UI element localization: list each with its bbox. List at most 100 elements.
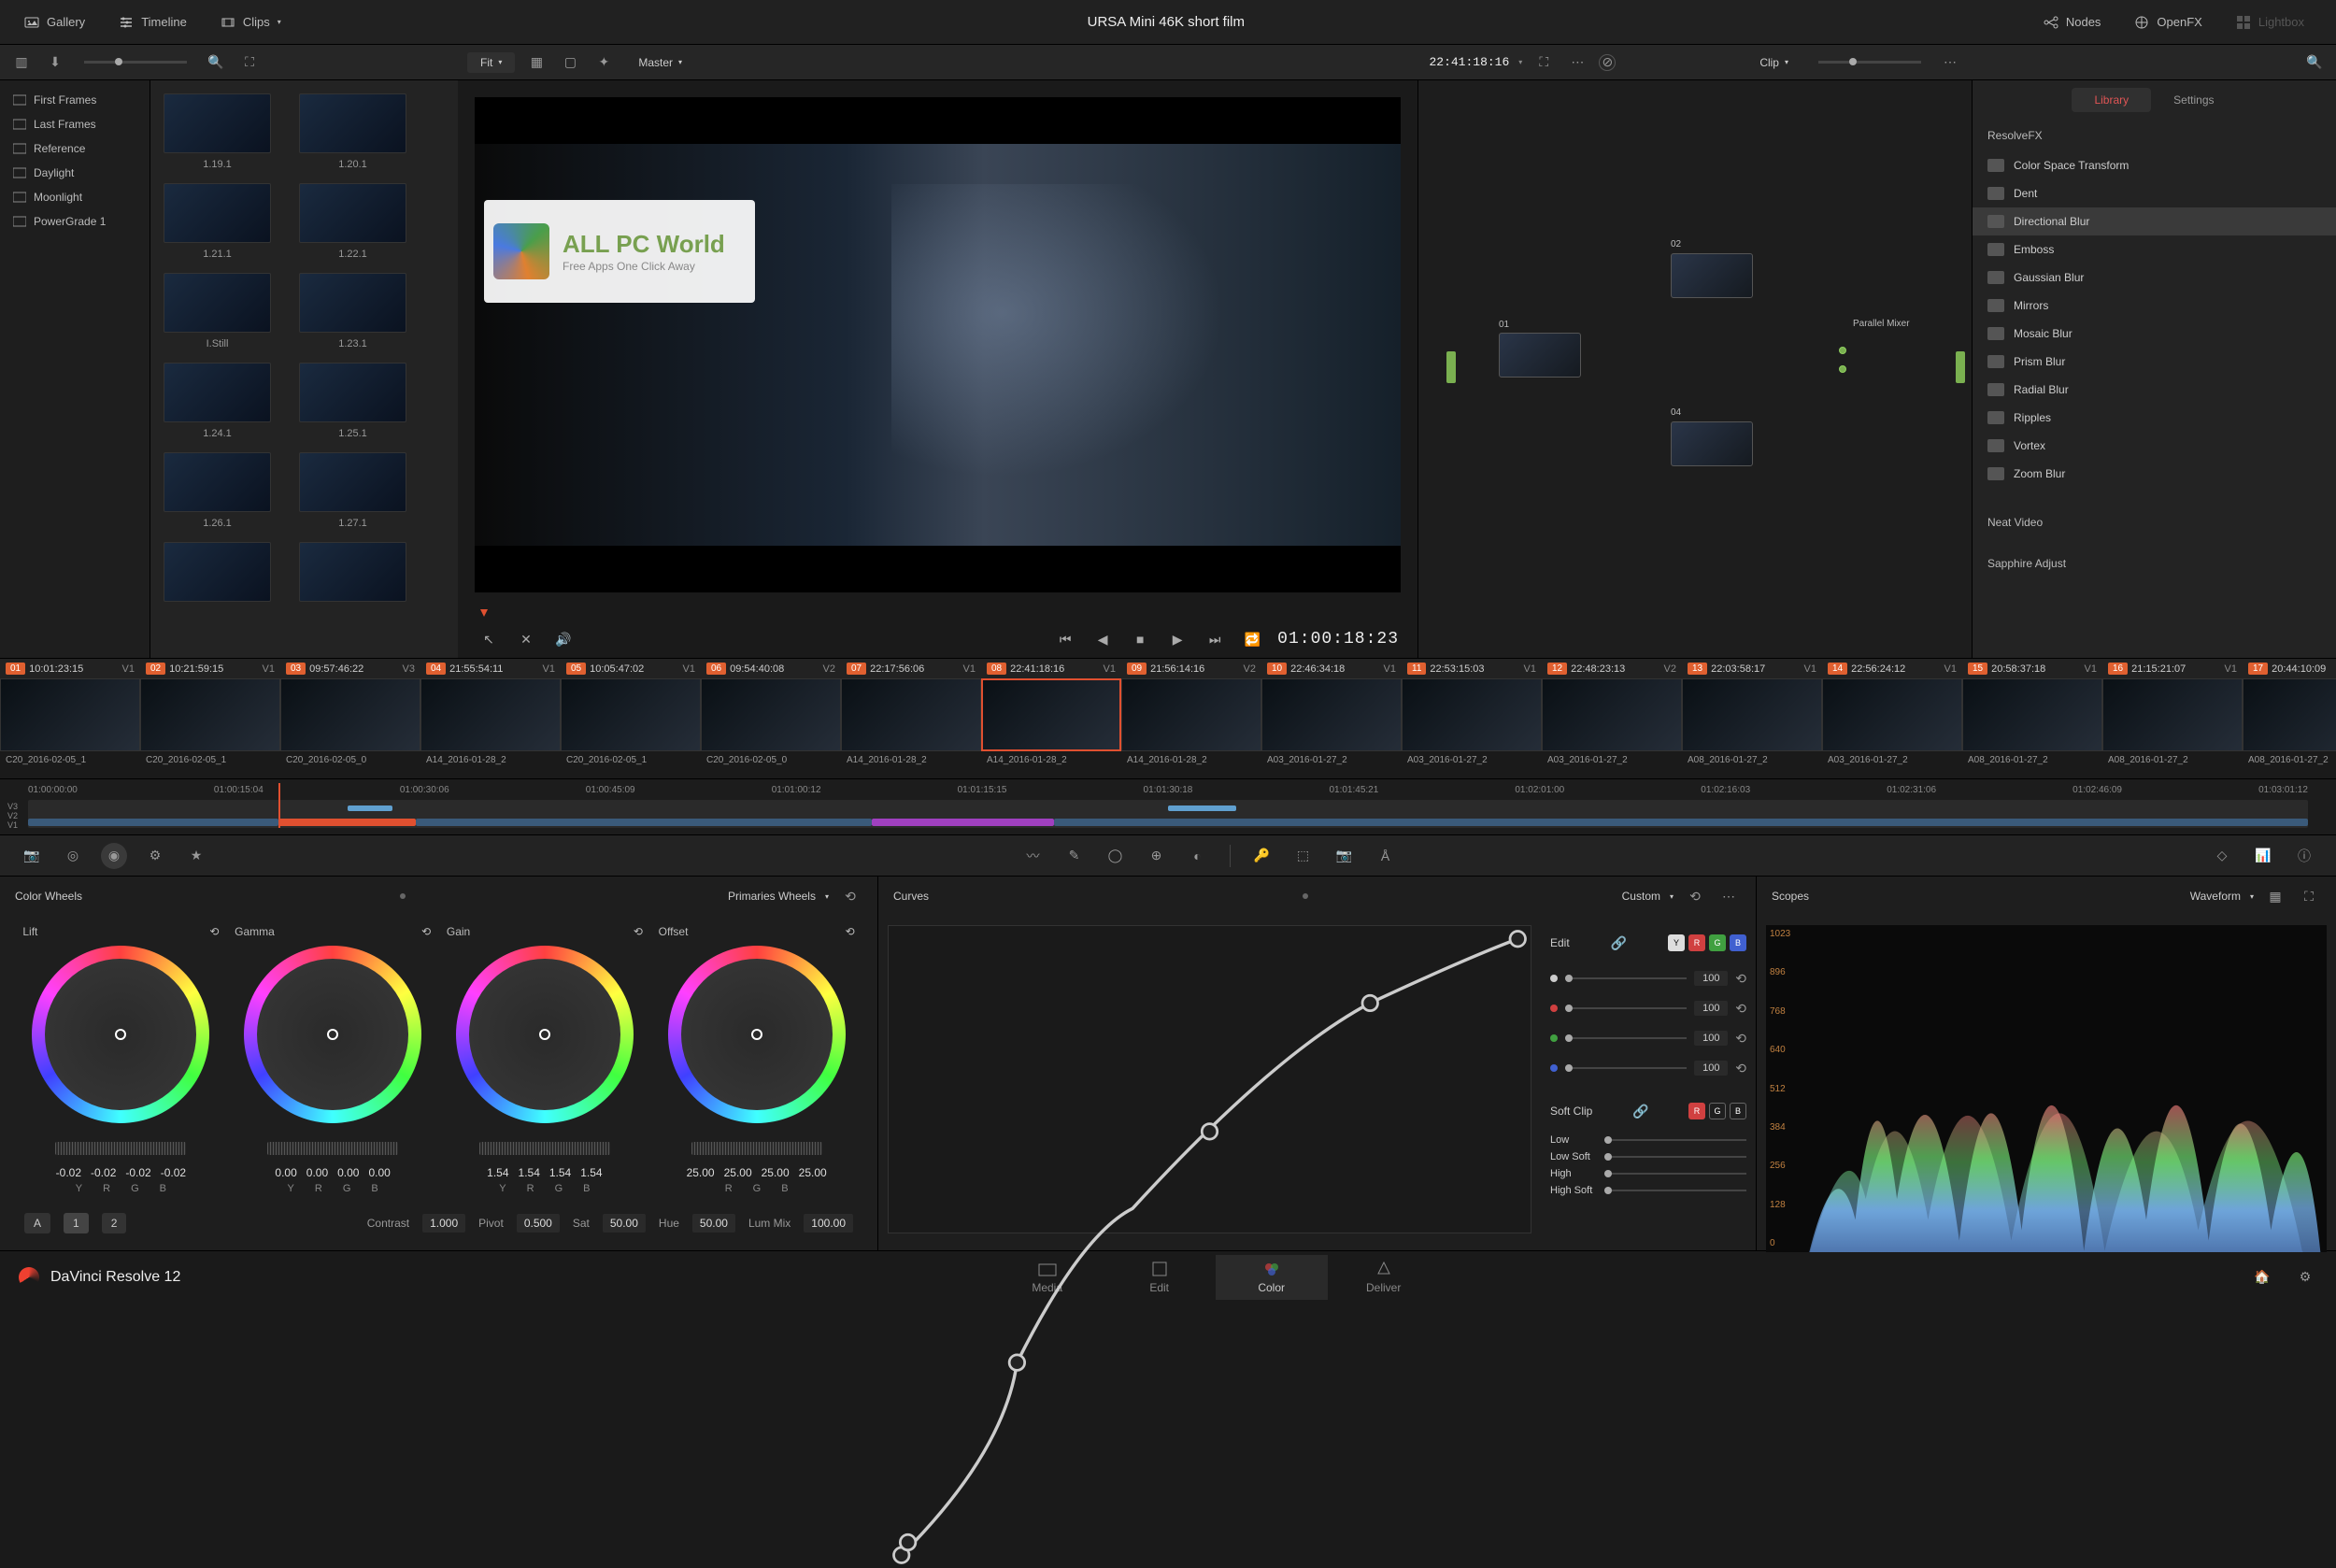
color-match-icon[interactable]: ◎ <box>60 843 86 869</box>
fx-item[interactable]: Dent <box>1973 179 2336 207</box>
wheels-reset-icon[interactable]: ⟲ <box>838 884 862 908</box>
reset-icon[interactable]: ⟲ <box>1735 1056 1746 1080</box>
scope-layout-icon[interactable]: ▦ <box>2263 884 2287 908</box>
still-thumb[interactable] <box>164 542 271 607</box>
clip-thumb[interactable]: 1222:48:23:13V2A03_2016-01-27_2 <box>1542 659 1682 778</box>
search-icon[interactable]: 🔍 <box>204 50 228 75</box>
mute-icon[interactable]: 🔊 <box>551 627 576 651</box>
wheel-value[interactable]: -0.02 <box>161 1166 186 1179</box>
wheel-reset-icon[interactable]: ⟲ <box>634 925 643 938</box>
camera-raw-icon[interactable]: 📷 <box>19 843 45 869</box>
fx-item[interactable]: Mosaic Blur <box>1973 320 2336 348</box>
node-02[interactable] <box>1671 253 1753 298</box>
wheels-mode[interactable]: Primaries Wheels <box>728 890 816 903</box>
still-thumb[interactable]: 1.23.1 <box>299 273 406 349</box>
info-icon[interactable]: ⓘ <box>2291 843 2317 869</box>
color-wheels-icon[interactable]: ◉ <box>101 843 127 869</box>
chevron-down-icon[interactable]: ▾ <box>2250 892 2254 901</box>
still-thumb[interactable]: 1.21.1 <box>164 183 271 260</box>
clip-thumb[interactable]: 0110:01:23:15V1C20_2016-02-05_1 <box>0 659 140 778</box>
clip-thumb[interactable]: 1621:15:21:07V1A08_2016-01-27_2 <box>2102 659 2243 778</box>
still-thumb[interactable]: I.Still <box>164 273 271 349</box>
home-icon[interactable]: 🏠 <box>2250 1265 2274 1290</box>
clip-thumb[interactable]: 0722:17:56:06V1A14_2016-01-28_2 <box>841 659 981 778</box>
wheel-reset-icon[interactable]: ⟲ <box>421 925 431 938</box>
color-wheel[interactable] <box>244 946 421 1123</box>
qualifier-icon[interactable]: ✎ <box>1061 843 1088 869</box>
viewer-canvas[interactable]: ALL PC WorldFree Apps One Click Away <box>475 97 1401 592</box>
wheel-handle[interactable] <box>539 1029 550 1040</box>
options-icon[interactable]: ⋯ <box>1565 50 1589 75</box>
wheel-value[interactable]: 1.54 <box>549 1166 571 1179</box>
master-dropdown[interactable]: Master ▾ <box>625 52 1419 73</box>
high-slider[interactable] <box>1604 1173 1746 1175</box>
chan-r[interactable]: R <box>1688 934 1705 951</box>
wheel-handle[interactable] <box>115 1029 126 1040</box>
fx-tab-settings[interactable]: Settings <box>2151 88 2236 112</box>
rgb-mixer-icon[interactable]: ⚙ <box>142 843 168 869</box>
contrast-value[interactable]: 1.000 <box>422 1214 465 1233</box>
b-intensity-slider[interactable] <box>1565 1067 1687 1069</box>
stereo-icon[interactable]: 📷 <box>1332 843 1358 869</box>
fx-tab-library[interactable]: Library <box>2072 88 2151 112</box>
wheel-value[interactable]: 0.00 <box>337 1166 359 1179</box>
clip-thumb[interactable]: 0921:56:14:16V2A14_2016-01-28_2 <box>1121 659 1261 778</box>
jog-wheel[interactable] <box>267 1142 398 1155</box>
low-slider[interactable] <box>1604 1139 1746 1141</box>
wheel-reset-icon[interactable]: ⟲ <box>209 925 219 938</box>
link-icon[interactable]: 🔗 <box>1632 1099 1648 1123</box>
loop-icon[interactable]: 🔁 <box>1240 627 1264 651</box>
node-zoom-slider[interactable] <box>1818 61 1921 64</box>
clip-thumb[interactable]: 1122:53:15:03V1A03_2016-01-27_2 <box>1402 659 1542 778</box>
hue-value[interactable]: 50.00 <box>692 1214 735 1233</box>
curves-mode[interactable]: Custom <box>1622 890 1660 903</box>
still-cat-daylight[interactable]: Daylight <box>0 161 150 185</box>
sc-chan-b[interactable]: B <box>1730 1103 1746 1119</box>
key-icon[interactable]: 🔑 <box>1249 843 1275 869</box>
picker-dot-icon[interactable] <box>1303 893 1308 899</box>
stills-gallery[interactable]: 1.19.11.20.1 1.21.11.22.1 I.Still1.23.1 … <box>150 80 458 658</box>
node-options-icon[interactable]: ⋯ <box>1938 50 1962 75</box>
sat-value[interactable]: 50.00 <box>603 1214 646 1233</box>
clip-thumb[interactable]: 1422:56:24:12V1A03_2016-01-27_2 <box>1822 659 1962 778</box>
wheel-value[interactable]: 0.00 <box>368 1166 390 1179</box>
reset-icon[interactable]: ⟲ <box>1735 1026 1746 1050</box>
highsoft-slider[interactable] <box>1604 1190 1746 1191</box>
still-thumb[interactable]: 1.25.1 <box>299 363 406 439</box>
keyframe-icon[interactable]: ◇ <box>2209 843 2235 869</box>
mini-timeline[interactable]: 01:00:00:0001:00:15:0401:00:30:0601:00:4… <box>0 779 2336 835</box>
reset-icon[interactable]: ✕ <box>514 627 538 651</box>
node-input[interactable] <box>1446 351 1456 383</box>
scope-expand-icon[interactable]: ⛶ <box>2297 884 2321 908</box>
wand-icon[interactable]: ✦ <box>591 50 616 75</box>
node-output[interactable] <box>1956 351 1965 383</box>
color-wheel[interactable] <box>456 946 634 1123</box>
scopes-icon[interactable]: 📊 <box>2250 843 2276 869</box>
node-04[interactable] <box>1671 421 1753 466</box>
wheel-value[interactable]: -0.02 <box>56 1166 81 1179</box>
wheel-value[interactable]: 0.00 <box>306 1166 328 1179</box>
stop-icon[interactable]: ■ <box>1128 627 1152 651</box>
fx-item[interactable]: Gaussian Blur <box>1973 264 2336 292</box>
play-icon[interactable]: ▶ <box>1165 627 1189 651</box>
still-thumb[interactable]: 1.22.1 <box>299 183 406 260</box>
b-val[interactable]: 100 <box>1694 1061 1728 1076</box>
chevron-down-icon[interactable]: ▾ <box>1518 58 1522 66</box>
jog-wheel[interactable] <box>479 1142 610 1155</box>
y-val[interactable]: 100 <box>1694 971 1728 986</box>
clip-thumb[interactable]: 0822:41:18:16V1A14_2016-01-28_2 <box>981 659 1121 778</box>
wheel-value[interactable]: -0.02 <box>125 1166 150 1179</box>
step-back-icon[interactable]: ◀ <box>1090 627 1115 651</box>
timeline-toggle[interactable]: Timeline <box>106 9 200 36</box>
clip-thumb[interactable]: 1322:03:58:17V1A08_2016-01-27_2 <box>1682 659 1822 778</box>
jog-wheel[interactable] <box>691 1142 822 1155</box>
sc-chan-g[interactable]: G <box>1709 1103 1726 1119</box>
clip-thumb[interactable]: 1720:44:10:09V1A08_2016-01-27_2 <box>2243 659 2336 778</box>
tracker-icon[interactable]: ⊕ <box>1144 843 1170 869</box>
motion-effects-icon[interactable]: ★ <box>183 843 209 869</box>
clip-thumbnail-strip[interactable]: 0110:01:23:15V1C20_2016-02-05_10210:21:5… <box>0 658 2336 779</box>
clips-dropdown[interactable]: Clips ▾ <box>207 9 294 36</box>
split-view-icon[interactable]: ▦ <box>524 50 548 75</box>
still-cat-first-frames[interactable]: First Frames <box>0 88 150 112</box>
scopes-mode[interactable]: Waveform <box>2190 890 2241 903</box>
